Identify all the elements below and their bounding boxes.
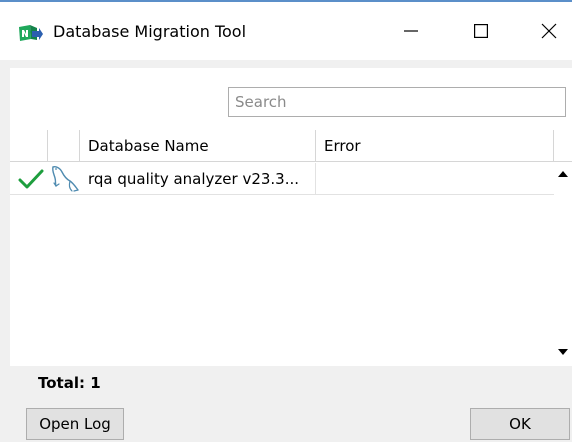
ok-button[interactable]: OK <box>470 408 570 440</box>
search-input[interactable] <box>228 87 566 117</box>
check-icon <box>18 167 44 191</box>
scroll-down-button[interactable] <box>554 343 572 361</box>
scroll-up-arrow-icon <box>558 171 568 177</box>
total-count-label: Total: 1 <box>38 374 101 392</box>
error-cell <box>316 163 554 195</box>
maximize-icon <box>474 24 488 38</box>
grid-header: Database Name Error <box>10 130 572 162</box>
maximize-button[interactable] <box>458 2 504 60</box>
column-header-status[interactable] <box>10 130 48 162</box>
close-icon <box>541 23 557 39</box>
minimize-icon <box>404 30 418 32</box>
column-header-database-name[interactable]: Database Name <box>80 130 316 162</box>
database-grid: Database Name Error rqa quality analyzer… <box>10 130 572 366</box>
database-name-cell: rqa quality analyzer v23.3... <box>80 163 316 195</box>
scroll-down-arrow-icon <box>558 349 568 355</box>
minimize-button[interactable] <box>388 2 434 60</box>
table-row[interactable]: rqa quality analyzer v23.3... <box>10 163 554 195</box>
database-migration-app-icon <box>17 24 43 44</box>
mysql-dolphin-icon <box>50 164 80 194</box>
scroll-up-button[interactable] <box>554 165 572 183</box>
column-header-type[interactable] <box>48 130 80 162</box>
window-title: Database Migration Tool <box>53 22 247 41</box>
close-button[interactable] <box>526 2 572 60</box>
column-header-error[interactable]: Error <box>316 130 554 162</box>
open-log-button[interactable]: Open Log <box>26 408 124 440</box>
vertical-scrollbar[interactable] <box>554 163 572 366</box>
